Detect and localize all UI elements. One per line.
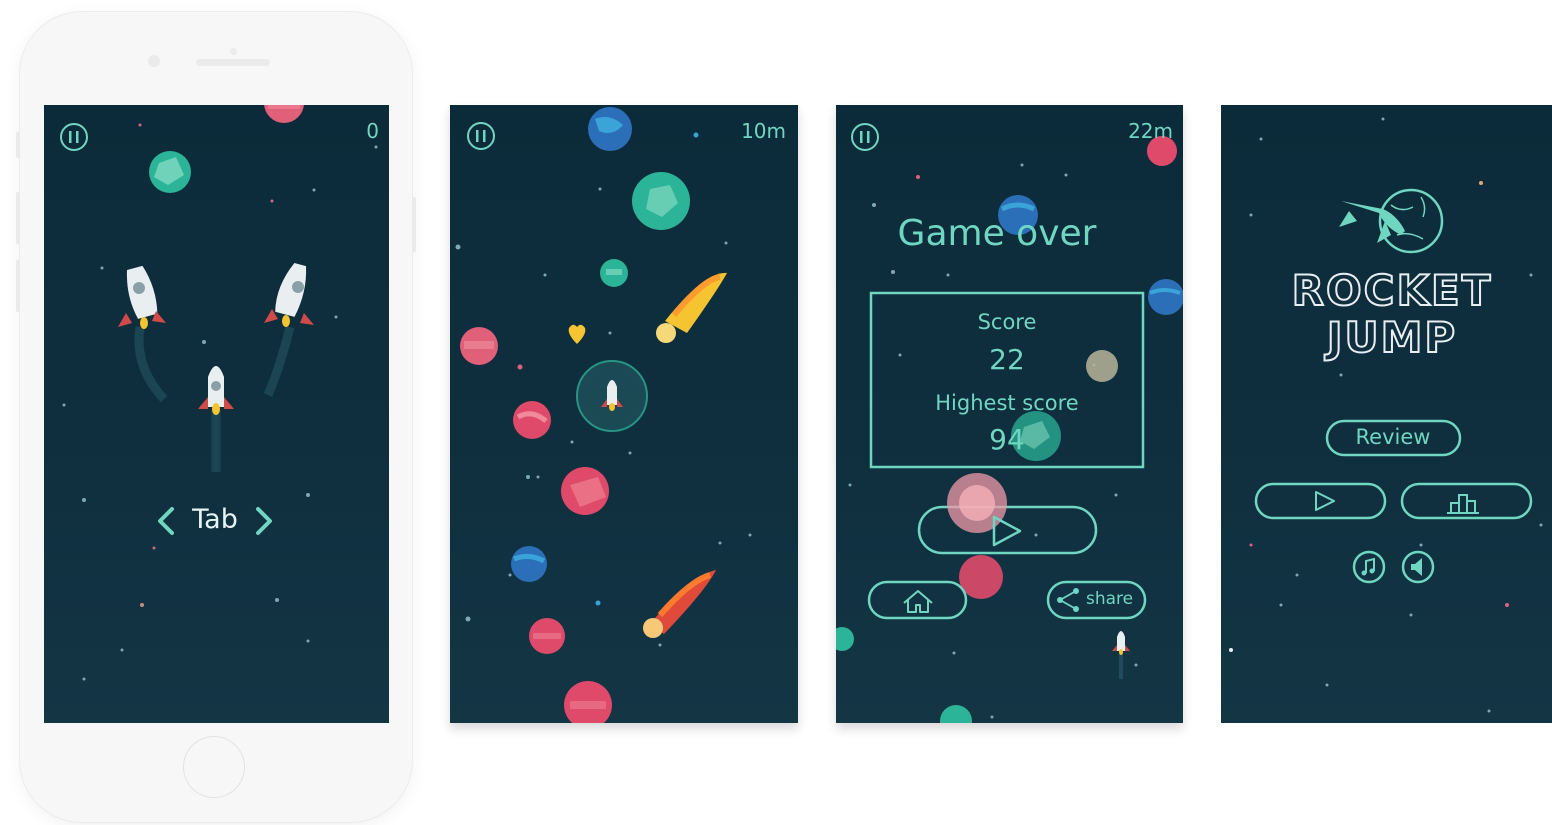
leaderboard-icon <box>1447 494 1479 514</box>
logo-title-jump: JUMP <box>1326 312 1458 363</box>
home-icon <box>903 590 933 613</box>
music-note-icon <box>1361 557 1375 576</box>
play-button[interactable] <box>1254 482 1387 520</box>
distance-counter: 10m <box>741 119 786 143</box>
rocket-small <box>1112 631 1130 679</box>
rocket-center <box>198 366 234 472</box>
screen-rocket-select: 0 Tab <box>44 105 389 723</box>
rocket-globe-logo-icon <box>1339 188 1444 254</box>
distance-counter: 22m <box>1128 119 1173 143</box>
planet-pink-top <box>264 105 304 123</box>
review-label[interactable]: Review <box>1356 425 1431 449</box>
phone-volume-up <box>16 192 20 244</box>
planet-teal-left <box>836 627 854 651</box>
highest-score-label: Highest score <box>935 391 1079 415</box>
comet-yellow <box>656 272 727 343</box>
share-icon <box>1057 588 1079 612</box>
leaderboard-button[interactable] <box>1400 482 1533 520</box>
speaker-icon <box>1411 558 1422 576</box>
home-button[interactable] <box>183 736 245 798</box>
planet-blue-right <box>1148 279 1183 315</box>
rocket-right <box>263 263 314 397</box>
phone-volume-down <box>16 260 20 312</box>
planet-pink-low <box>529 618 565 654</box>
planet-blue-small <box>511 546 547 582</box>
pause-icon[interactable] <box>60 123 88 151</box>
comet-red <box>643 570 716 638</box>
planet-teal-large <box>632 172 690 230</box>
screen-game-over: 22m Game over Score 22 Highest score 94 … <box>836 105 1183 723</box>
planet-teal-small <box>600 259 628 287</box>
heart-icon <box>568 324 586 344</box>
rocket-shield <box>576 360 648 432</box>
planet-pink-bottom <box>564 681 612 723</box>
planet-pink-center <box>561 467 609 515</box>
planet-pink-left <box>460 327 498 365</box>
score-value: 22 <box>989 343 1025 376</box>
score-counter: 0 <box>366 119 379 143</box>
pause-icon[interactable] <box>851 123 879 151</box>
tab-hint[interactable]: Tab <box>192 504 238 535</box>
stars <box>1229 117 1543 713</box>
music-button[interactable] <box>1352 550 1386 584</box>
phone-power-button <box>412 197 416 252</box>
game-over-title: Game over <box>897 213 1097 254</box>
planet-red <box>513 401 551 439</box>
planet-blue-top <box>588 107 632 151</box>
rocket-left <box>118 265 168 403</box>
highest-score-value: 94 <box>989 423 1025 456</box>
screen-gameplay: 10m <box>450 105 798 723</box>
planet-teal-bottom <box>940 705 972 723</box>
planet-green <box>149 151 191 193</box>
screen-title: ROCKET JUMP Review <box>1221 105 1552 723</box>
phone-speaker <box>196 59 270 66</box>
chevron-right-icon[interactable] <box>256 507 272 535</box>
phone-camera <box>148 55 160 67</box>
phone-side-button <box>16 132 20 158</box>
home-button[interactable] <box>867 580 968 620</box>
pause-icon[interactable] <box>467 122 495 150</box>
planet-gray <box>1086 350 1118 382</box>
score-label: Score <box>977 310 1037 334</box>
logo-title-rocket: ROCKET <box>1291 265 1493 316</box>
share-label[interactable]: share <box>1086 589 1133 609</box>
play-button[interactable] <box>917 473 1098 555</box>
chevron-left-icon[interactable] <box>158 507 174 535</box>
phone-sensor <box>230 48 237 55</box>
sound-button[interactable] <box>1401 550 1435 584</box>
